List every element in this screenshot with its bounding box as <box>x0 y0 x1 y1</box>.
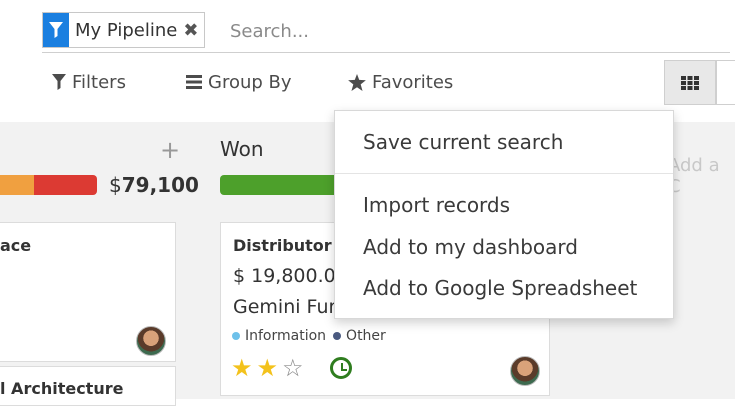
filters-button[interactable]: Filters <box>52 70 126 94</box>
tag-dot <box>333 332 342 340</box>
save-current-search-item[interactable]: Save current search <box>363 130 563 154</box>
avatar[interactable] <box>136 326 166 356</box>
activity-clock-icon[interactable] <box>330 357 352 379</box>
column-title-won: Won <box>220 137 264 161</box>
progress-segment-red[interactable] <box>34 175 97 195</box>
card-title: Distributor C <box>233 236 349 255</box>
add-column-link[interactable]: Add a C <box>668 155 735 197</box>
group-by-button[interactable]: Group By <box>186 70 292 94</box>
favorites-label: Favorites <box>372 71 454 93</box>
kanban-view-button[interactable] <box>664 60 716 105</box>
search-facet[interactable]: My Pipeline ✖ <box>42 12 206 48</box>
add-to-dashboard-item[interactable]: Add to my dashboard <box>363 235 578 259</box>
card-customer: Gemini Fur <box>233 296 337 318</box>
filter-icon <box>43 13 69 47</box>
search-input[interactable] <box>228 15 712 47</box>
add-to-spreadsheet-item[interactable]: Add to Google Spreadsheet <box>363 276 637 300</box>
tag-label: Other <box>346 328 386 344</box>
card-title: l Architecture <box>0 379 124 398</box>
won-progress-bar[interactable] <box>220 175 350 195</box>
star-icon <box>348 73 366 91</box>
search-bar: My Pipeline ✖ <box>42 12 730 53</box>
list-view-button[interactable] <box>716 60 735 105</box>
group-by-label: Group By <box>208 71 292 93</box>
import-records-item[interactable]: Import records <box>363 193 510 217</box>
grid-icon <box>681 75 699 90</box>
bars-icon <box>186 75 202 89</box>
filters-label: Filters <box>72 71 126 93</box>
card-amount: $ 19,800.00 <box>233 265 348 287</box>
close-icon[interactable]: ✖ <box>183 20 204 41</box>
star-empty-icon[interactable]: ☆ <box>282 356 304 380</box>
star-filled-icon[interactable]: ★ <box>257 356 279 380</box>
star-filled-icon[interactable]: ★ <box>231 356 253 380</box>
avatar[interactable] <box>510 356 540 386</box>
column-total-amount: $79,100 <box>109 173 199 197</box>
favorites-dropdown: Save current search Import records Add t… <box>334 110 674 319</box>
card-tags: Information Other <box>232 328 386 344</box>
card-title: ace <box>0 236 32 255</box>
funnel-icon <box>52 74 66 90</box>
divider <box>335 173 673 174</box>
facet-label: My Pipeline <box>75 19 178 41</box>
progress-segment-orange[interactable] <box>0 175 34 195</box>
tag-dot <box>232 332 240 340</box>
add-card-icon[interactable]: + <box>160 136 180 164</box>
tag-label: Information <box>245 328 327 344</box>
priority-stars: ★ ★ ☆ <box>231 356 308 380</box>
column-progress-bar[interactable] <box>0 175 97 195</box>
favorites-button[interactable]: Favorites <box>348 70 453 94</box>
